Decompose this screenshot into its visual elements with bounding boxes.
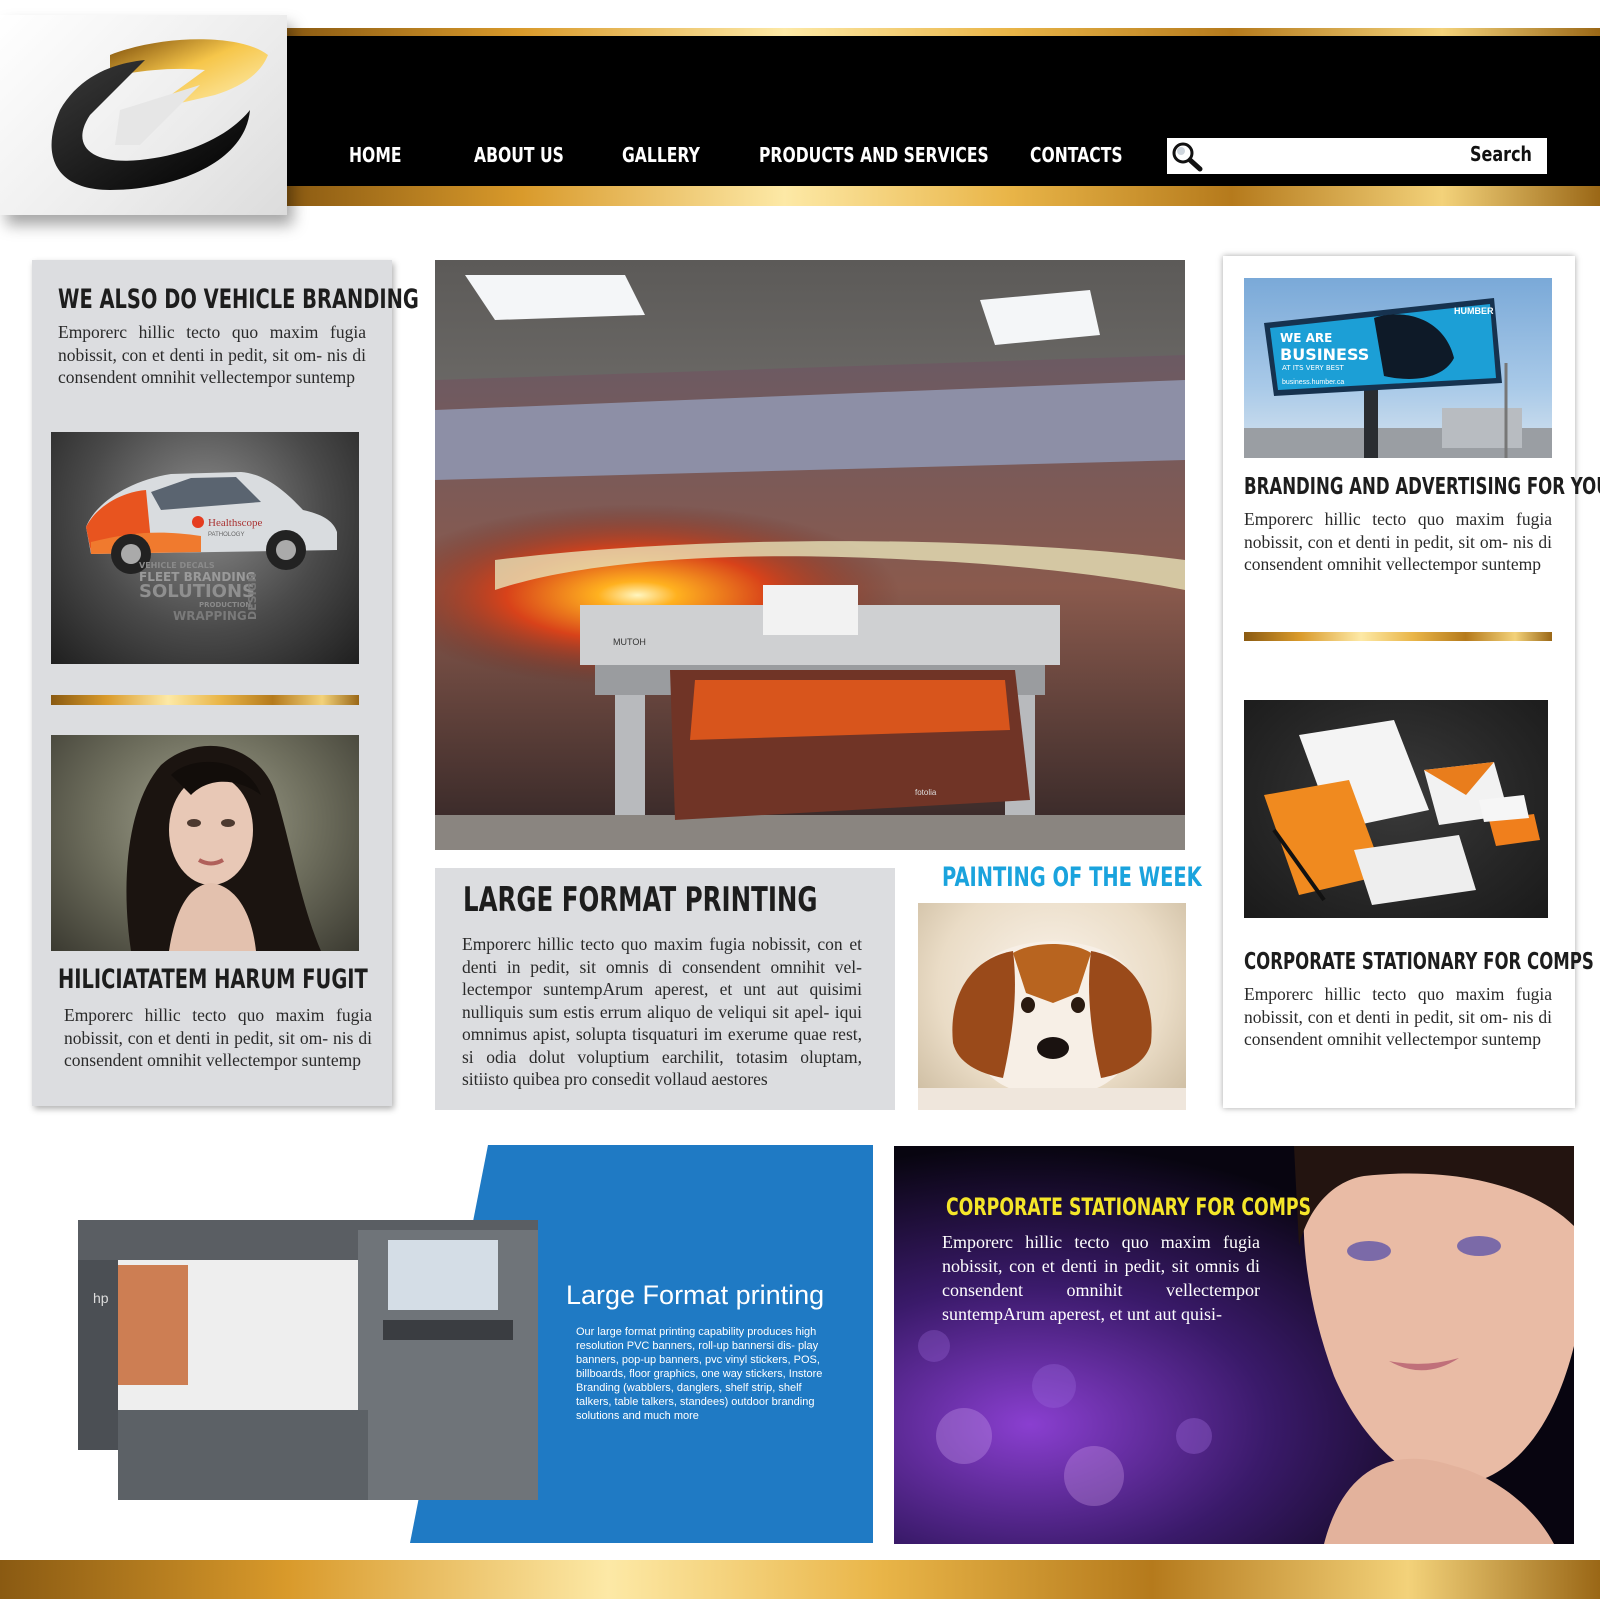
car-word-4: PRODUCTION (199, 601, 251, 609)
vehicle-branding-text: Emporerc hillic tecto quo maxim fugia no… (58, 322, 366, 387)
billboard-line2: BUSINESS (1280, 345, 1369, 364)
left-divider (51, 695, 359, 705)
printer-logo: hp (93, 1290, 109, 1306)
logo[interactable] (0, 15, 287, 215)
nav-about-us[interactable]: ABOUT US (474, 143, 564, 175)
print-brand: fotolia (915, 788, 937, 797)
footer-gold-bar (0, 1560, 1600, 1599)
painting-heading: PAINTING OF THE WEEK (942, 862, 1202, 893)
nav-products-and-services[interactable]: PRODUCTS AND SERVICES (759, 143, 989, 175)
search-button[interactable]: Search (1470, 142, 1532, 172)
header-gold-top (285, 28, 1600, 36)
promo-stationery-text: Emporerc hillic tecto quo maxim fugia no… (942, 1232, 1260, 1324)
large-format-text: Emporerc hillic tecto quo maxim fugia no… (462, 934, 862, 1089)
stationery-text: Emporerc hillic tecto quo maxim fugia no… (1244, 984, 1552, 1049)
nav-contacts[interactable]: CONTACTS (1030, 143, 1123, 175)
billboard-url: business.humber.ca (1282, 379, 1344, 386)
billboard-line3: AT ITS VERY BEST (1282, 364, 1345, 372)
branding-text: Emporerc hillic tecto quo maxim fugia no… (1244, 509, 1552, 574)
car-word-1: VEHICLE DECALS (139, 561, 215, 570)
car-badge: Healthscope (208, 517, 262, 529)
car-badge-sub: PATHOLOGY (208, 532, 244, 538)
billboard-line1: WE ARE (1280, 331, 1332, 345)
large-format-heading: LARGE FORMAT PRINTING (463, 880, 818, 920)
promo-large-format-text: Our large format printing capability pro… (576, 1326, 823, 1422)
header-gold-bottom (285, 186, 1600, 206)
stationery-image[interactable] (1244, 700, 1548, 918)
vehicle-branding-image[interactable]: Healthscope PATHOLOGY VEHICLE DECALS FLE… (51, 432, 359, 664)
vehicle-branding-heading: WE ALSO DO VEHICLE BRANDING (58, 284, 419, 315)
car-word-6: DESIGN (246, 573, 259, 620)
large-format-printer-photo[interactable]: MUTOH fotolia (435, 260, 1185, 850)
portrait-text: Emporerc hillic tecto quo maxim fugia no… (64, 1005, 372, 1070)
billboard-image[interactable]: HUMBER WE ARE BUSINESS AT ITS VERY BEST … (1244, 278, 1552, 458)
promo-stationery-heading: CORPORATE STATIONARY FOR COMPS (946, 1193, 1312, 1221)
promo-stationery[interactable]: CORPORATE STATIONARY FOR COMPS Emporerc … (894, 1146, 1574, 1544)
logo-mark-icon (51, 39, 268, 190)
nav-gallery[interactable]: GALLERY (622, 143, 700, 175)
branding-heading: BRANDING AND ADVERTISING FOR YOU (1244, 474, 1600, 500)
portrait-heading: HILICIATATEM HARUM FUGIT (58, 964, 368, 995)
promo-large-format[interactable]: hp Large Format printing Our large forma… (38, 1145, 873, 1543)
magnifier-icon[interactable] (1170, 140, 1204, 172)
printer-brand: MUTOH (613, 637, 646, 647)
right-divider (1244, 632, 1552, 641)
search-input[interactable] (1206, 141, 1456, 171)
car-word-5: WRAPPING (173, 609, 247, 623)
promo-large-format-title: Large Format printing (566, 1280, 825, 1310)
billboard-brand: HUMBER (1454, 306, 1494, 316)
nav-home[interactable]: HOME (349, 143, 402, 175)
stationery-heading: CORPORATE STATIONARY FOR COMPS (1244, 949, 1594, 975)
car-word-3: SOLUTIONS (139, 581, 255, 602)
painting-image[interactable] (918, 903, 1186, 1110)
portrait-image[interactable] (51, 735, 359, 951)
